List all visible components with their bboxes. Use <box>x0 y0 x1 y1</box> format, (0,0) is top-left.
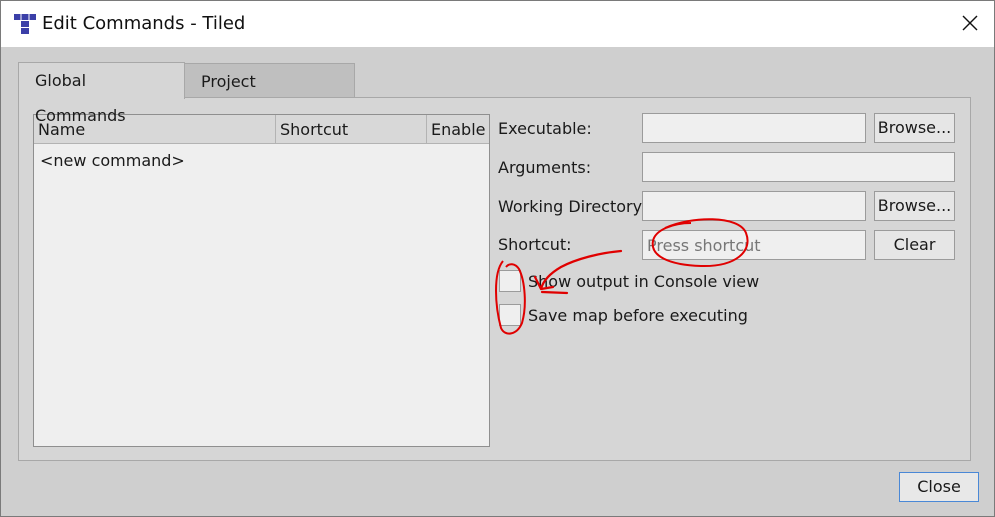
shortcut-label: Shortcut: <box>498 235 572 254</box>
show-output-checkbox[interactable] <box>499 270 521 292</box>
browse-working-directory-button[interactable]: Browse... <box>874 191 955 221</box>
tab-global-commands[interactable]: Global Commands <box>18 62 185 125</box>
window-title: Edit Commands - Tiled <box>42 13 246 34</box>
close-icon[interactable] <box>960 13 980 33</box>
tiled-app-icon <box>14 14 36 34</box>
arguments-label: Arguments: <box>498 158 592 177</box>
tab-project-commands[interactable]: Project Commands <box>184 63 355 126</box>
working-directory-label: Working Directory: <box>498 197 647 216</box>
browse-executable-button[interactable]: Browse... <box>874 113 955 143</box>
list-item-new-command[interactable]: <new command> <box>40 151 185 170</box>
save-map-checkbox[interactable] <box>499 304 521 326</box>
column-header-enable[interactable]: Enable <box>427 115 489 144</box>
arguments-field[interactable] <box>642 152 955 182</box>
clear-shortcut-button[interactable]: Clear <box>874 230 955 260</box>
shortcut-field[interactable] <box>642 230 866 260</box>
close-button[interactable]: Close <box>899 472 979 502</box>
title-bar: Edit Commands - Tiled <box>1 1 994 47</box>
edit-commands-dialog: Edit Commands - Tiled Project Commands G… <box>0 0 995 517</box>
column-header-shortcut[interactable]: Shortcut <box>276 115 427 144</box>
show-output-label[interactable]: Show output in Console view <box>528 272 759 291</box>
save-map-label[interactable]: Save map before executing <box>528 306 748 325</box>
working-directory-field[interactable] <box>642 191 866 221</box>
commands-list[interactable]: Name Shortcut Enable <new command> <box>33 114 490 447</box>
executable-field[interactable] <box>642 113 866 143</box>
executable-label: Executable: <box>498 119 592 138</box>
